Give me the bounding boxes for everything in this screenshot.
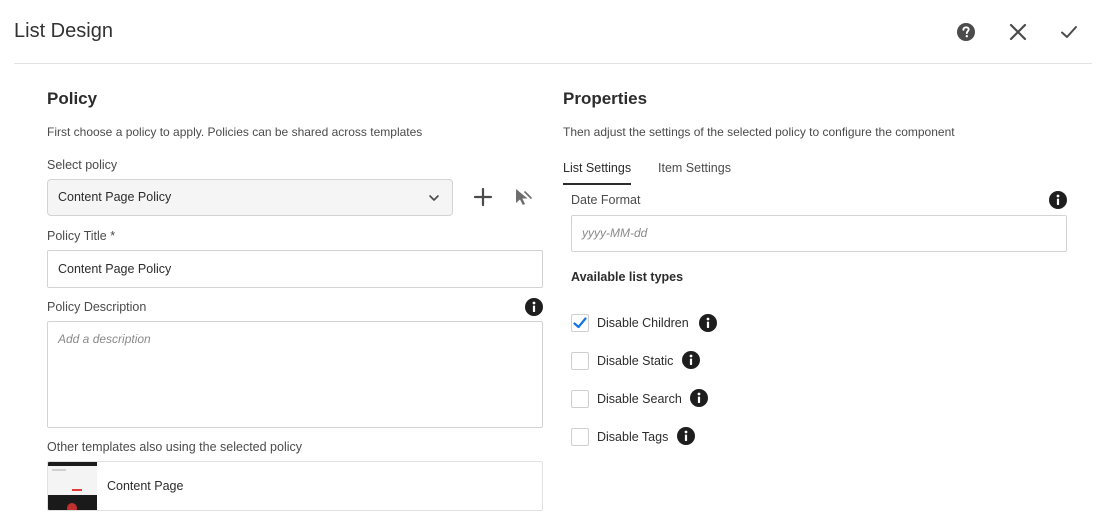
select-policy-button[interactable] [512, 186, 534, 208]
info-icon[interactable] [677, 427, 695, 445]
checkmark-icon [1061, 26, 1077, 38]
select-policy-label: Select policy [47, 158, 118, 172]
date-format-input[interactable]: yyyy-MM-dd [571, 215, 1067, 252]
policy-description-label: Policy Description [47, 300, 147, 314]
dialog-title: List Design [14, 20, 113, 42]
policy-description-textarea[interactable]: Add a description [47, 321, 543, 428]
help-circle-icon [957, 23, 975, 41]
date-format-label: Date Format [571, 193, 641, 207]
info-icon[interactable] [699, 314, 717, 332]
policy-select-value: Content Page Policy [58, 190, 172, 204]
checkbox-label: Disable Tags [597, 430, 669, 444]
select-cursor-icon [516, 189, 532, 205]
close-button[interactable] [1006, 20, 1030, 44]
checkmark-icon [573, 317, 587, 329]
add-icon [473, 187, 493, 207]
template-name: Content Page [107, 479, 184, 493]
template-thumbnail [48, 462, 97, 510]
policy-title-label: Policy Title * [47, 229, 116, 243]
checkbox-unchecked[interactable] [571, 390, 589, 408]
checkbox-label: Disable Children [597, 316, 689, 330]
header-divider [14, 63, 1092, 64]
policy-heading: Policy [47, 89, 98, 108]
checkbox-label: Disable Search [597, 392, 682, 406]
policy-select[interactable]: Content Page Policy [47, 179, 453, 216]
done-button[interactable] [1057, 20, 1081, 44]
policy-title-input[interactable]: Content Page Policy [47, 250, 543, 288]
info-icon[interactable] [1049, 191, 1067, 209]
properties-heading: Properties [563, 89, 648, 108]
add-policy-button[interactable] [472, 186, 494, 208]
checkbox-checked[interactable] [571, 314, 589, 332]
chevron-down-icon [429, 195, 439, 201]
dialog-header: List Design [0, 0, 1105, 64]
other-templates-label: Other templates also using the selected … [47, 440, 302, 454]
list-design-dialog: List Design Policy First choose a policy… [0, 0, 1105, 516]
help-button[interactable] [954, 20, 978, 44]
template-card[interactable]: Content Page [47, 461, 543, 511]
tab-item-settings[interactable]: Item Settings [658, 161, 731, 183]
policy-description-text: First choose a policy to apply. Policies… [47, 125, 423, 139]
list-types-heading: Available list types [571, 270, 684, 284]
info-icon[interactable] [682, 351, 700, 369]
checkbox-unchecked[interactable] [571, 428, 589, 446]
close-icon [1009, 23, 1027, 41]
checkbox-unchecked[interactable] [571, 352, 589, 370]
info-icon[interactable] [525, 298, 543, 316]
properties-description-text: Then adjust the settings of the selected… [563, 125, 955, 139]
checkbox-label: Disable Static [597, 354, 674, 368]
info-icon[interactable] [690, 389, 708, 407]
tab-list-settings[interactable]: List Settings [563, 161, 632, 185]
